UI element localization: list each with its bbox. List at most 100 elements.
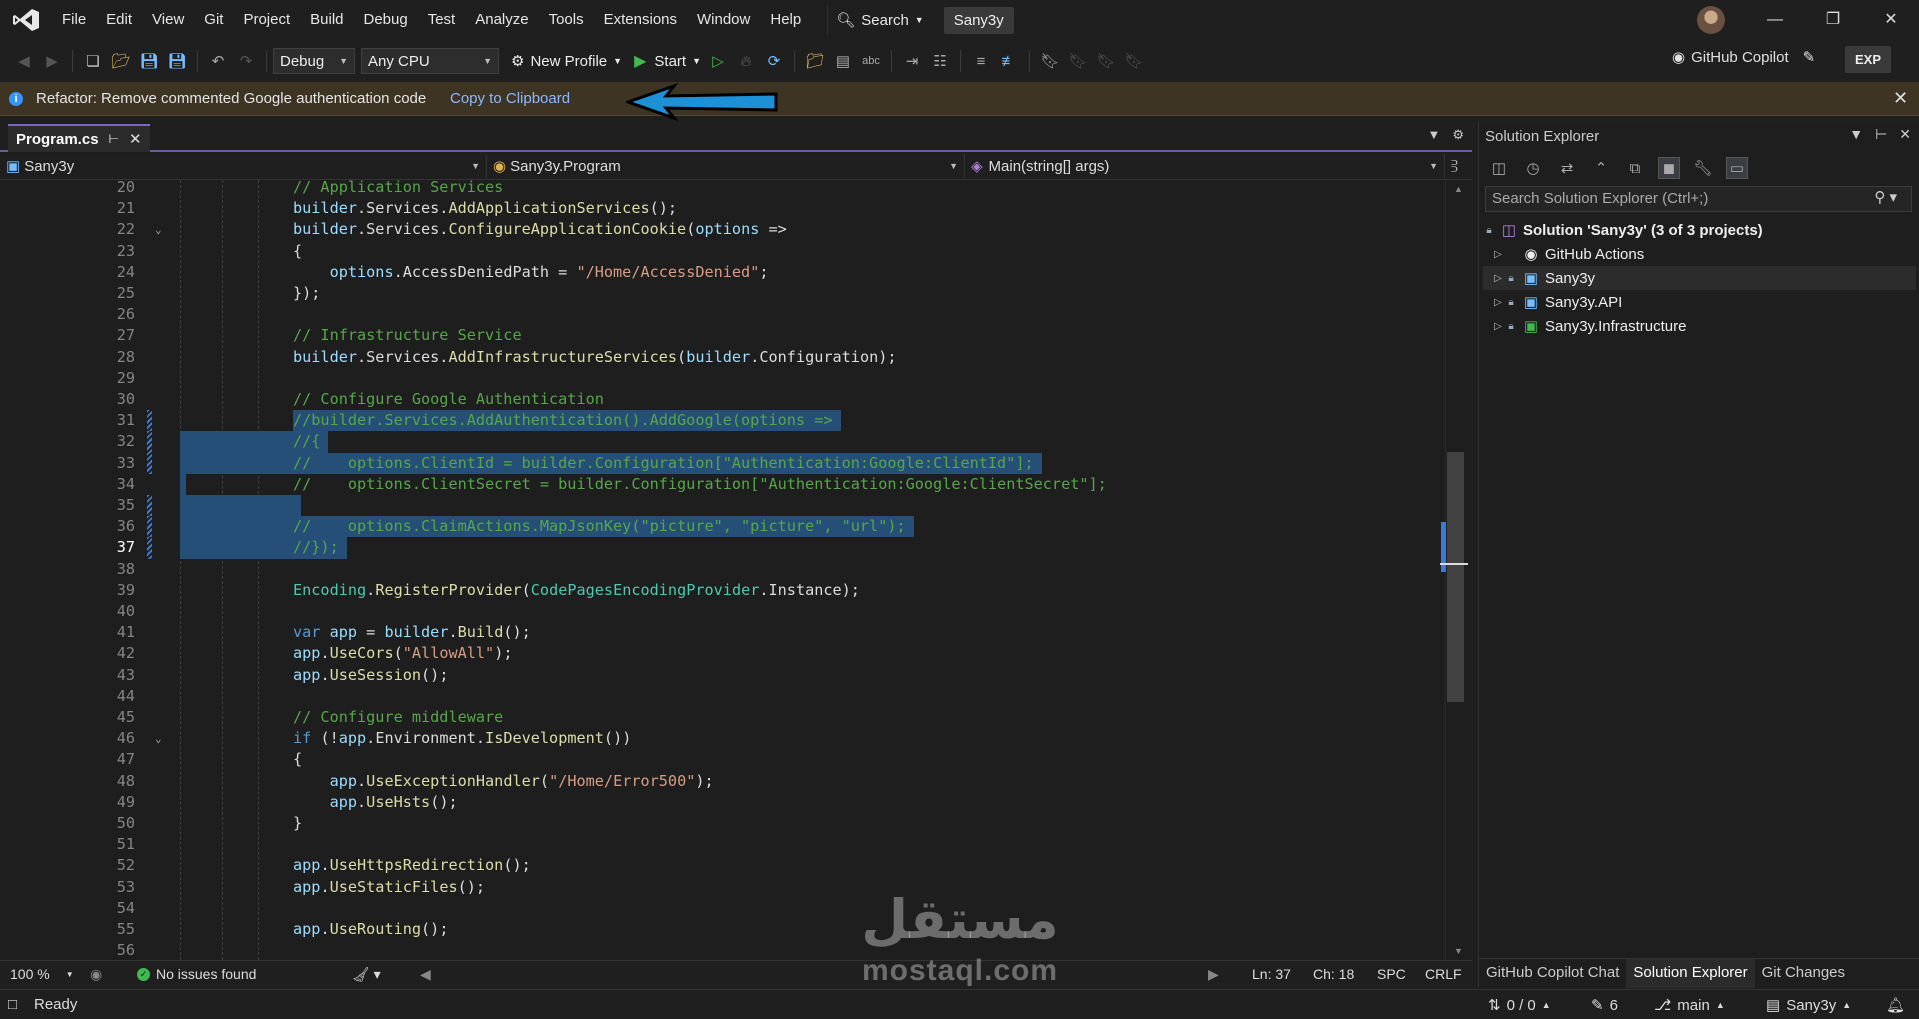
code-line[interactable]: 27 // Infrastructure Service: [0, 325, 1445, 346]
code-line[interactable]: 36 // options.ClaimActions.MapJsonKey("pi…: [0, 516, 1445, 538]
code-line[interactable]: 24 options.AccessDeniedPath = "/Home/Acc…: [0, 262, 1445, 283]
code-line[interactable]: 51: [0, 834, 1445, 855]
code-line[interactable]: 43 app.UseSession();: [0, 665, 1445, 686]
pin-icon[interactable]: ⊢: [1875, 126, 1887, 143]
properties-icon[interactable]: 🔧︎: [1692, 157, 1714, 179]
minimize-button[interactable]: —: [1747, 0, 1803, 40]
menu-test[interactable]: Test: [418, 0, 466, 40]
code-line[interactable]: 52 app.UseHttpsRedirection();: [0, 855, 1445, 876]
code-line[interactable]: 37 //});: [0, 537, 1445, 559]
menu-window[interactable]: Window: [687, 0, 760, 40]
menu-extensions[interactable]: Extensions: [594, 0, 687, 40]
project-nav-dropdown[interactable]: ▣ Sany3y ▼: [0, 154, 487, 178]
health-icon[interactable]: ◉: [90, 966, 102, 983]
switch-views-icon[interactable]: ◫: [1488, 157, 1510, 179]
solution-search-input[interactable]: Search Solution Explorer (Ctrl+;): [1485, 186, 1912, 212]
menu-tools[interactable]: Tools: [539, 0, 594, 40]
code-line[interactable]: 53 app.UseStaticFiles();: [0, 877, 1445, 898]
code-line[interactable]: 34 // options.ClientSecret = builder.Conf…: [0, 473, 1445, 495]
tab-github-copilot-chat[interactable]: GitHub Copilot Chat: [1479, 959, 1626, 988]
repository-indicator[interactable]: ▤ Sany3y ▲: [1766, 996, 1851, 1015]
close-window-button[interactable]: ✕: [1863, 0, 1919, 40]
code-line[interactable]: 21 builder.Services.AddApplicationService…: [0, 198, 1445, 219]
tree-item-sany3y-api[interactable]: ▷ 🔒︎ ▣ Sany3y.API: [1483, 290, 1916, 314]
code-line[interactable]: 50}: [0, 813, 1445, 834]
branch-indicator[interactable]: ⎇ main ▲: [1654, 996, 1725, 1015]
close-icon[interactable]: ✕: [1899, 126, 1911, 143]
bookmark-clear-icon[interactable]: 🔖︎: [1123, 50, 1145, 72]
line-indicator[interactable]: Ln: 37: [1252, 966, 1291, 982]
hot-reload-icon[interactable]: 🔥︎: [735, 50, 757, 72]
collapse-all-icon[interactable]: ⌃: [1590, 157, 1612, 179]
tree-item-github-actions[interactable]: ▷ ◉ GitHub Actions: [1483, 242, 1916, 266]
undo-icon[interactable]: ↶: [207, 50, 229, 72]
code-line[interactable]: 38: [0, 559, 1445, 580]
pane-options-icon[interactable]: ▼: [1849, 126, 1863, 143]
gear-icon[interactable]: ⚙: [1452, 127, 1464, 143]
sync-icon[interactable]: ⇄: [1556, 157, 1578, 179]
output-window-icon[interactable]: □: [8, 996, 17, 1013]
fold-chevron-icon[interactable]: ⌄: [155, 728, 162, 749]
layout-icon[interactable]: ▤: [832, 50, 854, 72]
code-line[interactable]: 30 // Configure Google Authentication: [0, 389, 1445, 410]
pin-icon[interactable]: ⊢: [109, 132, 119, 146]
code-line[interactable]: 26: [0, 304, 1445, 325]
tab-solution-explorer[interactable]: Solution Explorer: [1626, 959, 1755, 988]
tab-list-dropdown-icon[interactable]: ▼: [1427, 127, 1440, 143]
issues-indicator[interactable]: ✓ No issues found: [137, 966, 256, 982]
code-line[interactable]: 41 var app = builder.Build();: [0, 622, 1445, 643]
column-indicator[interactable]: Ch: 18: [1313, 966, 1354, 982]
changes-indicator[interactable]: ✎ 6: [1591, 996, 1618, 1015]
tree-item-sany3y-infrastructure[interactable]: ▷ 🔒︎ ▣ Sany3y.Infrastructure: [1483, 314, 1916, 338]
expand-icon[interactable]: ▷: [1491, 321, 1505, 332]
step-icon[interactable]: ⇥: [901, 50, 923, 72]
code-line[interactable]: ⌄ 46 if (!app.Environment.IsDevelopment()): [0, 728, 1445, 749]
bookmark-next-icon[interactable]: 🔖︎: [1095, 50, 1117, 72]
code-editor[interactable]: 20 // Application Services 21 builder.Servi…: [0, 180, 1445, 960]
code-line[interactable]: 35: [0, 495, 1445, 517]
line-ending-indicator[interactable]: CRLF: [1425, 966, 1462, 982]
code-line[interactable]: 55 app.UseRouting();: [0, 919, 1445, 940]
code-line[interactable]: 32 //{: [0, 431, 1445, 453]
code-line[interactable]: ⌄ 22 builder.Services.ConfigureApplication…: [0, 219, 1445, 240]
spell-check-icon[interactable]: abc: [860, 50, 882, 72]
zoom-select[interactable]: 100 % ▼: [10, 966, 74, 982]
experimental-badge[interactable]: EXP: [1845, 46, 1892, 73]
menu-analyze[interactable]: Analyze: [465, 0, 538, 40]
code-line[interactable]: 44: [0, 686, 1445, 707]
code-line[interactable]: 48 app.UseExceptionHandler("/Home/Error5…: [0, 771, 1445, 792]
redo-icon[interactable]: ↷: [235, 50, 257, 72]
code-line[interactable]: 20 // Application Services: [0, 180, 1445, 198]
uncomment-icon[interactable]: ≢: [998, 50, 1020, 72]
navigate-forward-icon[interactable]: ▶: [41, 50, 63, 72]
code-line[interactable]: 39 Encoding.RegisterProvider(CodePagesEnc…: [0, 580, 1445, 601]
menu-git[interactable]: Git: [194, 0, 233, 40]
scroll-left-icon[interactable]: ◀: [420, 966, 431, 983]
notifications-icon[interactable]: 🔔︎: [1886, 996, 1905, 1014]
scrollbar-thumb[interactable]: [1447, 452, 1464, 702]
global-search-button[interactable]: 🔍︎ Search ▼: [827, 6, 932, 34]
bookmark-icon[interactable]: 🔖︎: [1039, 50, 1061, 72]
member-nav-dropdown[interactable]: ◈ Main(string[] args) ▼: [965, 154, 1445, 178]
code-line[interactable]: 47 {: [0, 749, 1445, 770]
menu-project[interactable]: Project: [233, 0, 300, 40]
configuration-select[interactable]: Debug ▼: [273, 48, 355, 74]
code-line[interactable]: 29: [0, 368, 1445, 389]
menu-build[interactable]: Build: [300, 0, 353, 40]
code-line[interactable]: 25});: [0, 283, 1445, 304]
github-copilot-button[interactable]: ◉ GitHub Copilot ✎: [1672, 48, 1815, 67]
preview-icon[interactable]: ▭: [1726, 157, 1748, 179]
code-line[interactable]: 49 app.UseHsts();: [0, 792, 1445, 813]
sync-indicator[interactable]: ⇅ 0 / 0 ▲: [1488, 996, 1551, 1015]
class-nav-dropdown[interactable]: ◉ Sany3y.Program ▼: [487, 154, 965, 178]
menu-file[interactable]: File: [52, 0, 96, 40]
launch-profile-button[interactable]: ⚙ New Profile ▼: [511, 52, 622, 71]
copy-icon[interactable]: ⧉: [1624, 157, 1646, 179]
filter-icon[interactable]: ◼: [1658, 157, 1680, 179]
code-line[interactable]: 40: [0, 601, 1445, 622]
start-without-debugging-icon[interactable]: ▷: [707, 50, 729, 72]
scroll-up-icon[interactable]: ▲: [1454, 184, 1463, 194]
solution-root[interactable]: 🔒︎ ◫ Solution 'Sany3y' (3 of 3 projects): [1483, 218, 1916, 242]
save-icon[interactable]: 💾︎: [138, 50, 160, 72]
open-folder-icon[interactable]: 📂︎: [110, 50, 132, 72]
